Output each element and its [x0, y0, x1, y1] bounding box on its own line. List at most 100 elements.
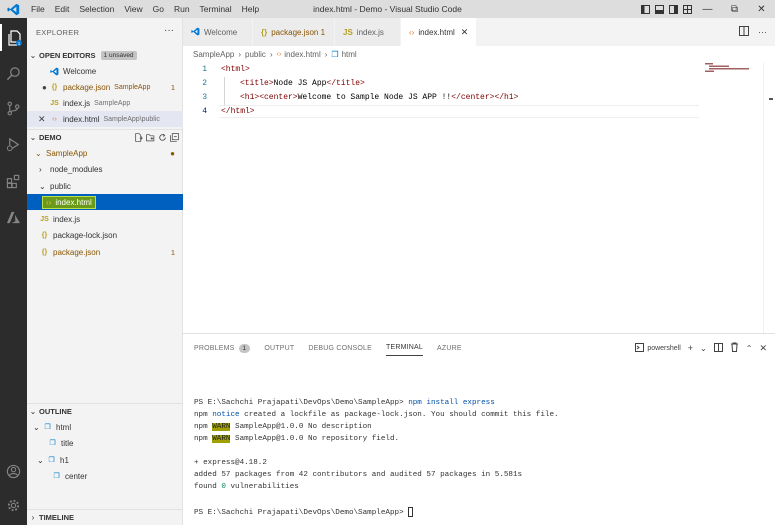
open-editor-welcome[interactable]: Welcome [27, 63, 183, 79]
accounts-icon[interactable] [0, 458, 27, 485]
open-editors-header[interactable]: ⌄ OPEN EDITORS 1 unsaved [27, 47, 183, 63]
tab-problems[interactable]: PROBLEMS 1 [194, 340, 251, 356]
menu-help[interactable]: Help [237, 0, 264, 18]
chevron-down-icon: ⌄ [29, 50, 37, 60]
editor-scrollbar[interactable] [763, 63, 775, 333]
tree-file-package-json[interactable]: {} package.json 1 [27, 244, 183, 260]
tree-folder-node-modules[interactable]: › node_modules [27, 161, 183, 177]
html-file-icon: ‹› [409, 27, 415, 37]
tab-label: Welcome [204, 27, 238, 37]
split-terminal-icon[interactable] [713, 342, 723, 354]
trash-icon[interactable] [730, 342, 739, 354]
minimap[interactable] [705, 63, 765, 83]
scrollbar-thumb[interactable] [769, 98, 773, 100]
chevron-right-icon: › [238, 50, 242, 59]
maximize-panel-icon[interactable]: ⌃ [746, 344, 753, 353]
close-window-button[interactable]: ✕ [748, 0, 775, 18]
close-panel-icon[interactable]: ✕ [759, 343, 767, 354]
tab-output[interactable]: OUTPUT [264, 340, 294, 356]
tab-terminal[interactable]: TERMINAL [385, 340, 423, 356]
activity-bar: 1 [0, 18, 27, 525]
outline-label: OUTLINE [39, 407, 72, 416]
js-file-icon: JS [343, 27, 353, 37]
refresh-icon[interactable] [158, 133, 167, 142]
menu-go[interactable]: Go [148, 0, 169, 18]
open-editor-index-html[interactable]: ✕ ‹› index.html SampleApp\public [27, 111, 183, 127]
outline-item-h1[interactable]: ⌄ ❒ h1 [27, 452, 183, 468]
toggle-secondary-sidebar-icon[interactable] [666, 0, 680, 18]
customize-layout-icon[interactable] [680, 0, 694, 18]
outline-item-title[interactable]: ❒ title [27, 435, 183, 451]
breadcrumb-item[interactable]: html [342, 50, 357, 59]
open-editor-label: package.json [63, 82, 111, 92]
azure-icon[interactable] [0, 204, 27, 231]
search-icon[interactable] [0, 60, 27, 87]
toggle-panel-icon[interactable] [652, 0, 666, 18]
explorer-icon[interactable]: 1 [0, 24, 27, 51]
menu-selection[interactable]: Selection [74, 0, 119, 18]
menu-bar: File Edit Selection View Go Run Terminal… [26, 0, 264, 18]
tree-file-index-html[interactable]: ‹› index.html [27, 194, 183, 210]
toggle-primary-sidebar-icon[interactable] [638, 0, 652, 18]
new-file-icon[interactable] [134, 133, 143, 142]
terminal-icon [635, 342, 645, 354]
manage-gear-icon[interactable] [0, 492, 27, 519]
workspace-header[interactable]: ⌄ DEMO [27, 129, 183, 145]
menu-edit[interactable]: Edit [50, 0, 75, 18]
new-folder-icon[interactable] [146, 133, 155, 142]
outline-item-center[interactable]: ❒ center [27, 468, 183, 484]
menu-terminal[interactable]: Terminal [195, 0, 237, 18]
run-debug-icon[interactable] [0, 131, 27, 158]
chevron-right-icon: › [324, 50, 328, 59]
tree-folder-sampleapp[interactable]: ⌄ SampleApp ● [27, 145, 183, 161]
tab-package-json[interactable]: {} package.json 1 [253, 18, 335, 46]
chevron-down-icon: ⌄ [39, 181, 46, 191]
close-editor-icon[interactable]: ✕ [38, 114, 49, 125]
outline-header[interactable]: ⌄ OUTLINE [27, 403, 183, 419]
menu-run[interactable]: Run [169, 0, 195, 18]
terminal-line: PS E:\Sachchi Prajapati\DevOps\Demo\Samp… [194, 399, 495, 407]
element-symbol-icon: ❒ [331, 50, 339, 59]
close-tab-icon[interactable]: ✕ [461, 27, 469, 38]
tree-folder-public[interactable]: ⌄ public [27, 178, 183, 194]
source-control-icon[interactable] [0, 95, 27, 122]
line-number: 4 [202, 107, 207, 116]
tab-azure[interactable]: AZURE [437, 340, 462, 356]
terminal-line: + express@4.18.2 [194, 459, 267, 467]
timeline-header[interactable]: › TIMELINE [27, 509, 183, 525]
breadcrumb-item[interactable]: index.html [284, 50, 320, 59]
restore-button[interactable]: ⧉ [721, 0, 748, 18]
breadcrumb-item[interactable]: public [245, 50, 266, 59]
element-symbol-icon: ❒ [53, 473, 60, 480]
tree-file-package-lock-json[interactable]: {} package-lock.json [27, 227, 183, 243]
new-terminal-icon[interactable]: + [688, 343, 693, 353]
tree-file-index-js[interactable]: JS index.js [27, 211, 183, 227]
terminal-shell-selector[interactable]: powershell [635, 342, 681, 354]
unsaved-dot-icon: ● [42, 82, 47, 92]
tab-welcome[interactable]: Welcome [183, 18, 253, 46]
code-editor[interactable]: 1 2 3 4 <html> <title>Node JS App</title… [183, 63, 775, 333]
more-actions-icon[interactable]: ··· [758, 27, 767, 37]
open-editor-index-js[interactable]: JS index.js SampleApp [27, 95, 183, 111]
code-line-3: <h1><center>Welcome to Sample Node JS AP… [240, 93, 519, 102]
split-editor-icon[interactable] [739, 26, 749, 38]
outline-label: title [61, 438, 74, 448]
tab-index-html[interactable]: ‹› index.html ✕ [401, 18, 477, 46]
extensions-icon[interactable] [0, 168, 27, 195]
tab-index-js[interactable]: JS index.js [335, 18, 401, 46]
collapse-all-icon[interactable] [170, 133, 179, 142]
tab-debug-console[interactable]: DEBUG CONSOLE [308, 340, 372, 356]
more-actions-icon[interactable]: ··· [164, 25, 174, 36]
terminal-line: npm notice created a lockfile as package… [194, 411, 559, 419]
indent-guide [224, 77, 225, 105]
menu-view[interactable]: View [119, 0, 147, 18]
element-symbol-icon: ❒ [48, 457, 55, 464]
html-file-icon: ‹› [46, 197, 52, 207]
chevron-down-icon[interactable]: ⌄ [700, 344, 707, 353]
menu-file[interactable]: File [26, 0, 50, 18]
minimize-button[interactable]: — [694, 0, 721, 18]
breadcrumb-item[interactable]: SampleApp [193, 50, 234, 59]
terminal-line: found 0 vulnerabilities [194, 483, 299, 491]
open-editor-package-json[interactable]: ● {} package.json SampleApp 1 [27, 79, 183, 95]
outline-item-html[interactable]: ⌄ ❒ html [27, 419, 183, 435]
